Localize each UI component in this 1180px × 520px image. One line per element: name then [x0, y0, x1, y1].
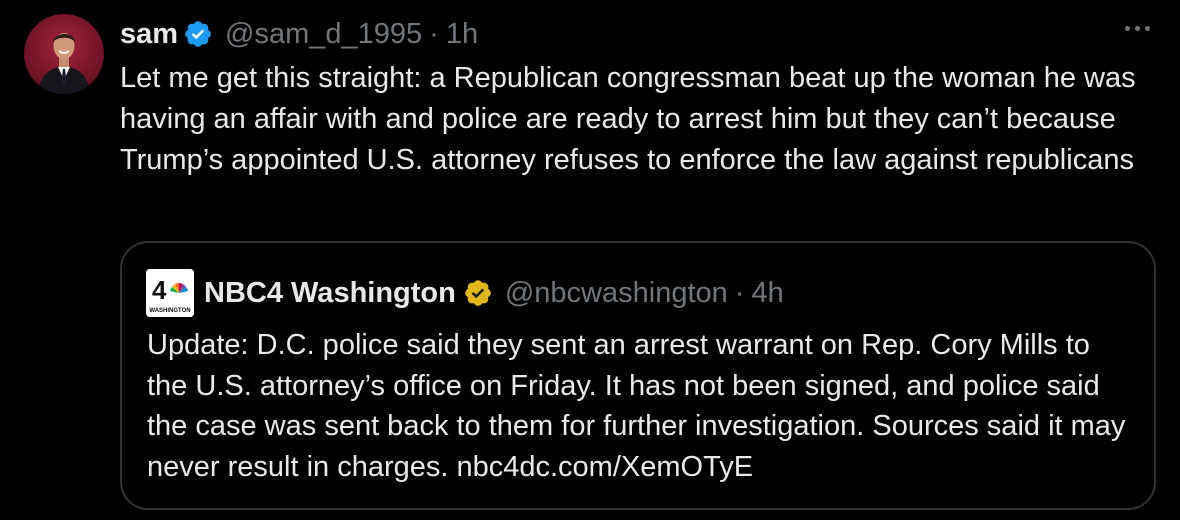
- logo-subtext: WASHINGTON: [149, 308, 190, 314]
- quoted-tweet-text: Update: D.C. police said they sent an ar…: [147, 329, 1126, 483]
- quoted-separator-dot: ·: [734, 276, 745, 309]
- tweet[interactable]: sam @sam_d_1995 · 1h Let me get this str…: [0, 0, 1180, 520]
- quoted-tweet[interactable]: 4 WASHINGTON NBC4 Washington @nbcwashing…: [120, 241, 1156, 510]
- blue-verified-check-icon[interactable]: [183, 19, 213, 49]
- timestamp[interactable]: 1h: [446, 14, 478, 54]
- quoted-timestamp[interactable]: 4h: [751, 277, 783, 310]
- quoted-tweet-header: 4 WASHINGTON NBC4 Washington @nbcwashing…: [146, 269, 784, 317]
- nbc4-logo[interactable]: 4 WASHINGTON: [146, 269, 194, 317]
- author-handle[interactable]: @sam_d_1995: [225, 14, 422, 54]
- quoted-author-handle[interactable]: @nbcwashington: [505, 277, 728, 310]
- tweet-text: Let me get this straight: a Republican c…: [120, 62, 1136, 176]
- author-name[interactable]: sam: [120, 14, 178, 54]
- more-options-icon[interactable]: [1125, 26, 1150, 31]
- quoted-author-name[interactable]: NBC4 Washington: [204, 277, 456, 310]
- separator-dot: ·: [429, 18, 439, 50]
- avatar[interactable]: [24, 14, 104, 94]
- gold-verified-check-icon[interactable]: [463, 278, 493, 308]
- tweet-header: sam @sam_d_1995 · 1h: [120, 14, 478, 54]
- logo-number: 4: [152, 275, 167, 305]
